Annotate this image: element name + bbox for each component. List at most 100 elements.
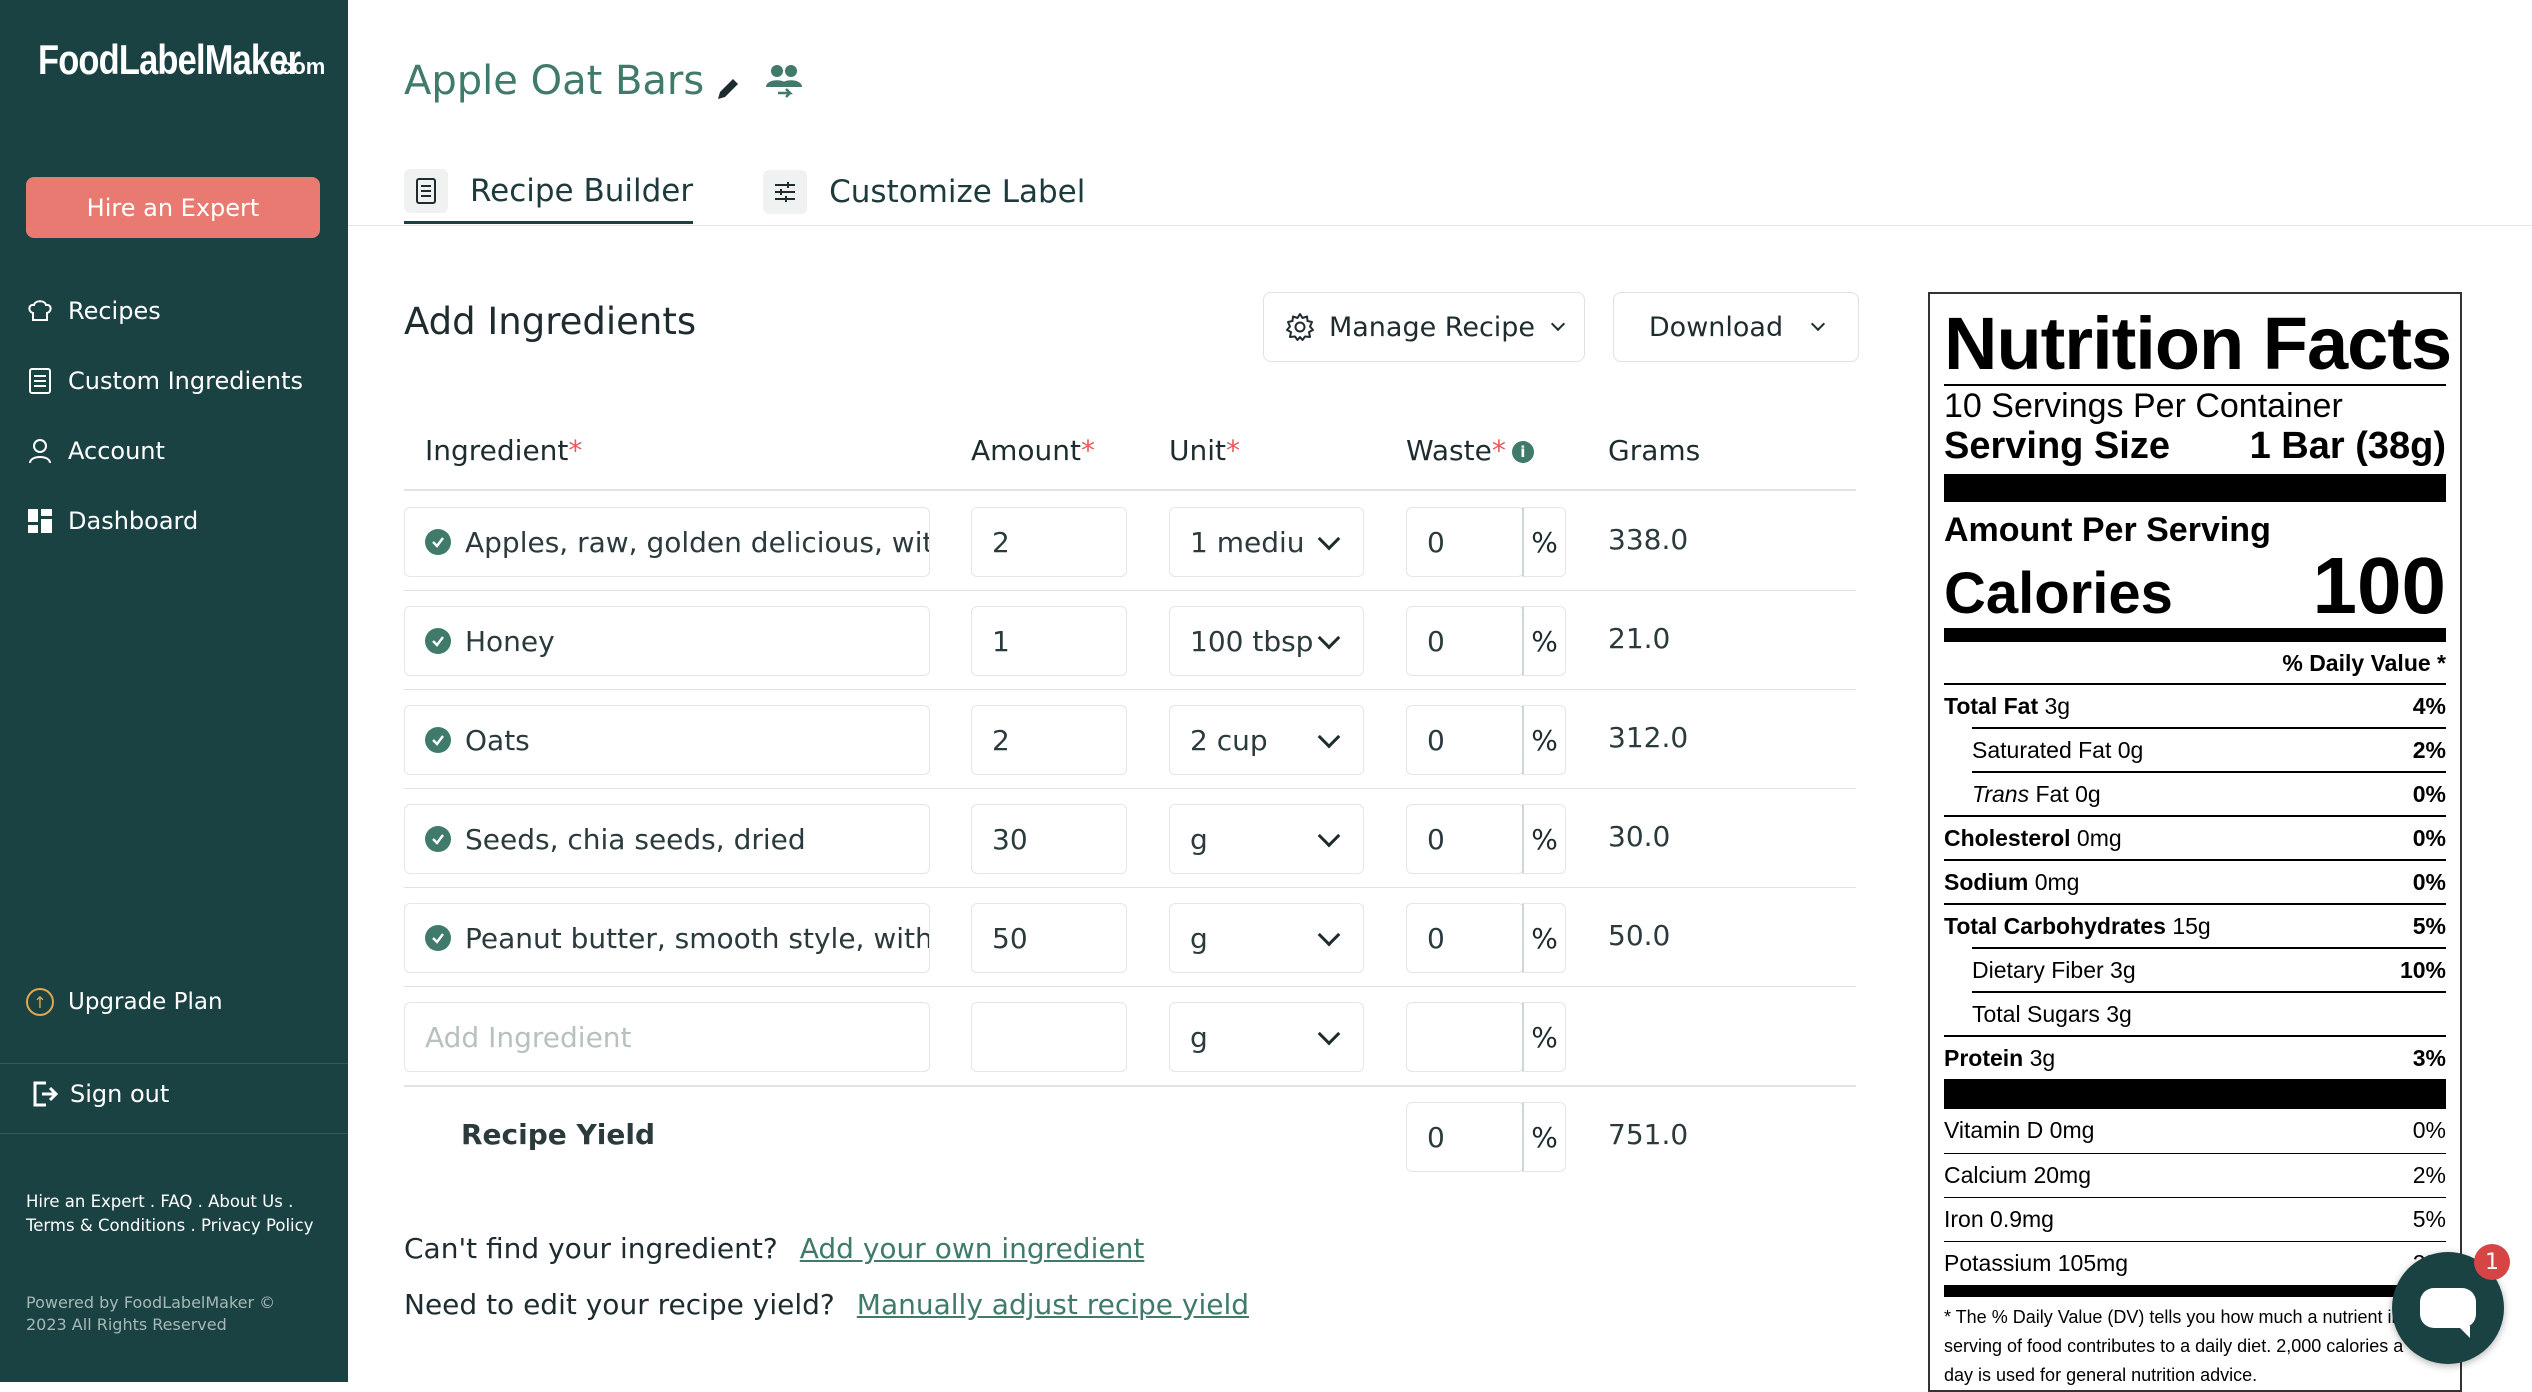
nav-item-custom-ingredients[interactable]: Custom Ingredients [26,367,303,395]
servings-per-container: 10 Servings Per Container [1944,387,2343,425]
unit-select[interactable]: g [1169,903,1364,973]
vitamin-amount: 0mg [2049,1117,2095,1143]
nav-item-recipes[interactable]: Recipes [26,297,161,325]
ingredient-name-field[interactable]: Oats [404,705,930,775]
waste-input[interactable]: 0 [1406,705,1524,775]
amount-value: 2 [992,525,1010,559]
nutrient-row: Saturated Fat 0g 2% [1972,727,2446,771]
unit-value: g [1190,822,1208,856]
nutrient-amount: 3g [2029,1045,2056,1071]
amount-input[interactable]: 2 [971,507,1127,577]
tab-customize-label[interactable]: Customize Label [763,160,1085,224]
help-line-yield: Need to edit your recipe yield? Manually … [404,1288,1249,1321]
ingredient-name-field[interactable]: Peanut butter, smooth style, withou [404,903,930,973]
nutrient-amount: 0g [2075,781,2101,807]
adjust-yield-link[interactable]: Manually adjust recipe yield [857,1288,1249,1321]
copyright-line: 2023 All Rights Reserved [26,1315,227,1334]
ingredient-name-field[interactable]: Honey [404,606,930,676]
unit-select[interactable]: 2 cup [1169,705,1364,775]
tab-label: Customize Label [829,174,1086,210]
vitamin-name: Vitamin D [1944,1117,2044,1143]
nutrition-facts-label: Nutrition Facts 10 Servings Per Containe… [1928,292,2462,1392]
nutrient-label: Total Carbohydrates 15g [1944,905,2211,947]
amount-value: 30 [992,822,1028,856]
column-header-grams: Grams [1608,434,1701,467]
unit-select[interactable]: 1 mediu [1169,507,1364,577]
amount-input[interactable]: 50 [971,903,1127,973]
calories-value: 100 [2312,541,2446,630]
unit-select[interactable]: 100 tbsp [1169,606,1364,676]
vitamin-amount: 20mg [2033,1162,2092,1188]
check-circle-icon [425,727,451,753]
vitamin-name: Potassium [1944,1250,2052,1276]
amount-input[interactable] [971,1002,1127,1072]
amount-input[interactable]: 30 [971,804,1127,874]
sidebar-divider [0,1063,348,1064]
nutrient-amount: 3g [2110,957,2136,983]
yield-waste-input[interactable]: 0 [1406,1102,1524,1172]
amount-value: 2 [992,723,1010,757]
amount-input[interactable]: 1 [971,606,1127,676]
waste-input[interactable]: 0 [1406,606,1524,676]
sliders-icon [763,170,808,214]
header-text: Amount [971,434,1082,467]
tab-recipe-builder[interactable]: Recipe Builder [404,160,694,224]
waste-value: 0 [1427,822,1445,856]
label-medium-rule [1944,628,2446,642]
edit-pencil-icon[interactable] [714,67,742,99]
vitamin-label: Vitamin D 0mg [1944,1109,2094,1153]
nutrient-row: Total Fat 3g 4% [1944,683,2446,727]
hire-expert-button[interactable]: Hire an Expert [26,177,320,238]
nutrient-dv: 0% [2412,825,2446,851]
ingredient-name-field[interactable]: Seeds, chia seeds, dried [404,804,930,874]
nutrient-dv: 0% [2412,869,2446,895]
logo[interactable]: FoodLabelMaker .com [38,36,358,86]
required-mark: * [1226,434,1240,467]
footnote-line: serving of food contributes to a daily d… [1944,1336,2404,1356]
add-own-ingredient-link[interactable]: Add your own ingredient [800,1232,1145,1265]
column-header-ingredient: Ingredient* [425,434,582,467]
unit-select[interactable]: g [1169,1002,1364,1072]
nutrient-name: Dietary Fiber [1972,957,2104,983]
nav-item-account[interactable]: Account [26,437,165,465]
download-button[interactable]: Download [1613,292,1859,362]
grams-value: 30.0 [1608,820,1671,853]
grams-value: 338.0 [1608,523,1689,556]
upgrade-plan-link[interactable]: ↑ Upgrade Plan [26,988,223,1016]
grams-value: 21.0 [1608,622,1671,655]
footer-links[interactable]: Terms & Conditions . Privacy Policy [26,1214,313,1238]
footer-links[interactable]: Hire an Expert . FAQ . About Us . [26,1190,293,1214]
add-ingredient-input[interactable]: Add Ingredient [404,1002,930,1072]
ingredient-name-field[interactable]: Apples, raw, golden delicious, with [404,507,930,577]
nutrient-row: Protein 3g 3% [1944,1035,2446,1079]
unit-value: 1 mediu [1190,525,1305,559]
info-icon[interactable]: i [1511,441,1534,463]
share-users-icon[interactable] [764,61,804,101]
waste-input[interactable]: 0 [1406,903,1524,973]
waste-value: 0 [1427,723,1445,757]
sign-out-button[interactable]: Sign out [32,1080,169,1108]
nutrient-dv: 10% [2399,957,2446,983]
vitamin-row: Potassium 105mg2% [1944,1241,2446,1285]
ingredient-name: Apples, raw, golden delicious, with [465,525,930,559]
percent-addon: % [1522,1102,1566,1172]
download-label: Download [1648,311,1784,343]
percent-addon: % [1522,903,1566,973]
vitamin-row: Vitamin D 0mg 0% [1944,1109,2446,1153]
manage-recipe-button[interactable]: Manage Recipe [1263,292,1585,362]
logo-suffix: .com [274,54,326,79]
amount-input[interactable]: 2 [971,705,1127,775]
chevron-down-icon [1317,1022,1341,1046]
label-thick-rule [1944,474,2446,502]
waste-input[interactable]: 0 [1406,804,1524,874]
row-divider [404,887,1856,888]
waste-input[interactable]: 0 [1406,507,1524,577]
list-icon [26,367,54,395]
column-header-amount: Amount* [971,434,1095,467]
nutrient-amount: 0g [2117,737,2144,763]
waste-input[interactable] [1406,1002,1524,1072]
nav-item-dashboard[interactable]: Dashboard [26,507,198,535]
unit-select[interactable]: g [1169,804,1364,874]
sign-out-icon [32,1080,58,1108]
recipe-title-row: Apple Oat Bars [404,58,804,104]
